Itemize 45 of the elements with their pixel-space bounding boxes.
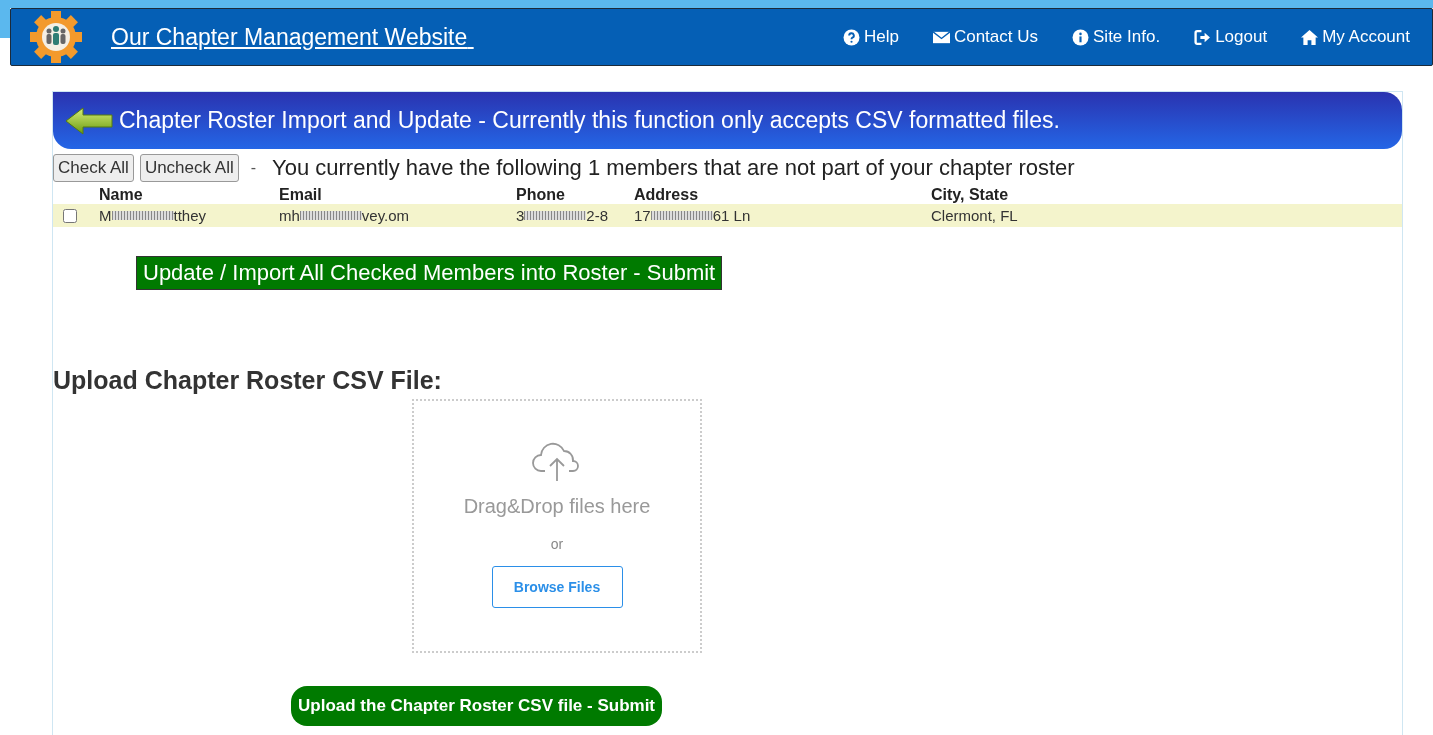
table-cell: vey.om bbox=[361, 207, 410, 224]
nav-link[interactable]: My Account bbox=[1301, 27, 1410, 47]
select-button[interactable]: Uncheck All bbox=[139, 154, 239, 182]
banner-title: Chapter Roster Import and Update - Currently this function only accepts CSV formatted files. bbox=[119, 107, 1060, 134]
upload-submit-button[interactable]: Upload the Chapter Roster CSV file - Submit bbox=[291, 686, 663, 726]
drop-zone[interactable]: Drag&Drop files here or Browse Files bbox=[412, 399, 702, 653]
table-cell: 3 bbox=[516, 207, 525, 224]
nav-link[interactable]: Help bbox=[842, 27, 899, 47]
home-icon bbox=[1301, 28, 1319, 46]
back-arrow-icon[interactable] bbox=[65, 105, 113, 136]
table-cell: 61 Ln bbox=[712, 207, 751, 224]
table-cell: mh bbox=[279, 207, 300, 224]
browse-files-button[interactable]: Browse Files bbox=[491, 566, 623, 608]
site-title-link[interactable]: Our Chapter Management Website bbox=[111, 23, 474, 51]
help-icon bbox=[842, 28, 860, 46]
select-button[interactable]: Check All bbox=[53, 154, 134, 182]
table-row[interactable]: M tthey mh vey.om 3 2-8 17 61 Ln Clermont, FL bbox=[53, 204, 1402, 227]
table-cell: tthey bbox=[173, 207, 207, 224]
row-checkbox[interactable] bbox=[63, 208, 77, 223]
column-header: Address bbox=[634, 186, 700, 204]
nav-link[interactable]: Contact Us bbox=[932, 27, 1038, 47]
import-submit-button[interactable]: Update / Import All Checked Members into Roster - Submit bbox=[136, 256, 723, 290]
redaction-mark bbox=[524, 211, 587, 220]
table-cell: M bbox=[99, 207, 112, 224]
info-icon bbox=[1072, 28, 1089, 46]
drop-hint: Drag&Drop files here bbox=[463, 495, 651, 518]
redaction-mark bbox=[650, 211, 713, 220]
column-header: Phone bbox=[516, 186, 566, 204]
upload-heading: Upload Chapter Roster CSV File: bbox=[53, 366, 443, 395]
envelope-icon bbox=[932, 28, 950, 46]
table-cell: Clermont, FL bbox=[931, 207, 1018, 224]
nav-link[interactable]: Site Info. bbox=[1072, 27, 1161, 47]
separator-text: - bbox=[250, 159, 257, 177]
table-cell: 2-8 bbox=[586, 207, 609, 224]
column-header: Name bbox=[99, 186, 144, 204]
or-text: or bbox=[550, 536, 564, 552]
logout-icon bbox=[1194, 28, 1212, 46]
status-message: You currently have the following 1 members that are not part of your chapter roster bbox=[272, 155, 1075, 181]
redaction-mark bbox=[111, 211, 174, 220]
column-header: City, State bbox=[931, 186, 1010, 204]
gear-logo-icon bbox=[29, 10, 83, 64]
column-header: Email bbox=[279, 186, 323, 204]
table-cell: 17 bbox=[634, 207, 651, 224]
redaction-mark bbox=[299, 211, 362, 220]
nav-link[interactable]: Logout bbox=[1194, 27, 1268, 47]
